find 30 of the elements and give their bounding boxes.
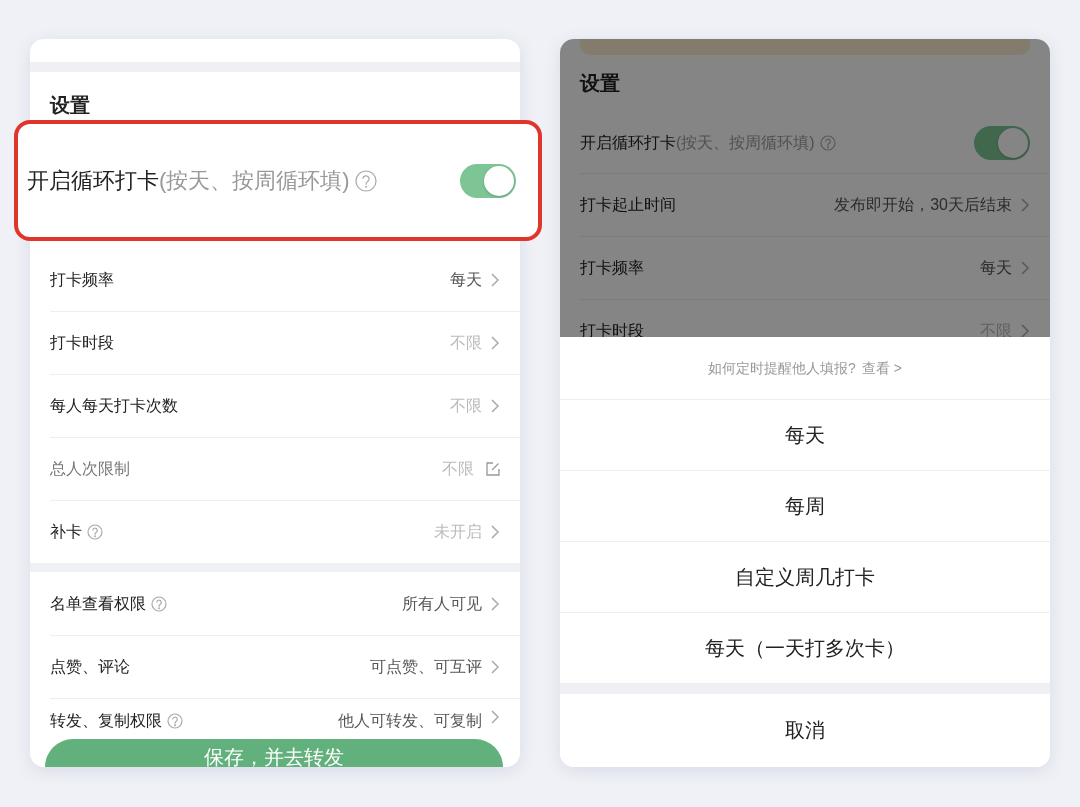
setting-row[interactable]: 总人次限制 不限 — [50, 437, 520, 500]
setting-label: 补卡 — [50, 522, 82, 542]
toggle-switch[interactable] — [974, 126, 1030, 160]
setting-value[interactable]: 可点赞、可互评 — [370, 655, 482, 679]
toggle-switch[interactable] — [460, 163, 516, 198]
chevron-icon — [1020, 260, 1030, 276]
setting-value[interactable]: 每天 — [980, 256, 1012, 280]
section-title: 设置 — [578, 71, 621, 96]
setting-label: 打卡频率 — [50, 269, 114, 290]
setting-label: 每人每天打卡次数 — [50, 396, 178, 416]
chevron-icon — [1020, 323, 1030, 339]
setting-label: 总人次限制 — [50, 459, 130, 479]
setting-label: 打卡频率 — [580, 259, 644, 276]
setting-row[interactable]: 打卡频率 每天 — [50, 248, 520, 311]
section-title: 设置 — [48, 93, 91, 118]
chevron-icon — [1020, 197, 1030, 213]
setting-label: 开启循环打卡(按天、按周循环填) — [27, 167, 350, 195]
sheet-hint: 如何定时提醒他人填报? — [708, 358, 856, 378]
setting-label: 转发、复制权限 — [50, 711, 162, 731]
setting-label: 打卡起止时间 — [580, 196, 676, 213]
setting-row[interactable]: 打卡时段 不限 — [50, 311, 520, 374]
setting-label: 打卡时段 — [50, 333, 114, 353]
setting-value[interactable]: 发布即开始，30天后结束 — [834, 193, 1012, 217]
setting-row[interactable]: 点赞、评论 可点赞、可互评 — [50, 635, 520, 698]
setting-value[interactable]: 每天 — [450, 267, 482, 292]
setting-label: 点赞、评论 — [50, 657, 130, 677]
setting-value[interactable]: 他人可转发、可复制 — [338, 709, 482, 733]
setting-row[interactable]: 每人每天打卡次数 不限 — [50, 374, 520, 437]
setting-label: 名单查看权限 — [50, 593, 146, 614]
setting-value[interactable]: 所有人可见 — [402, 591, 482, 616]
